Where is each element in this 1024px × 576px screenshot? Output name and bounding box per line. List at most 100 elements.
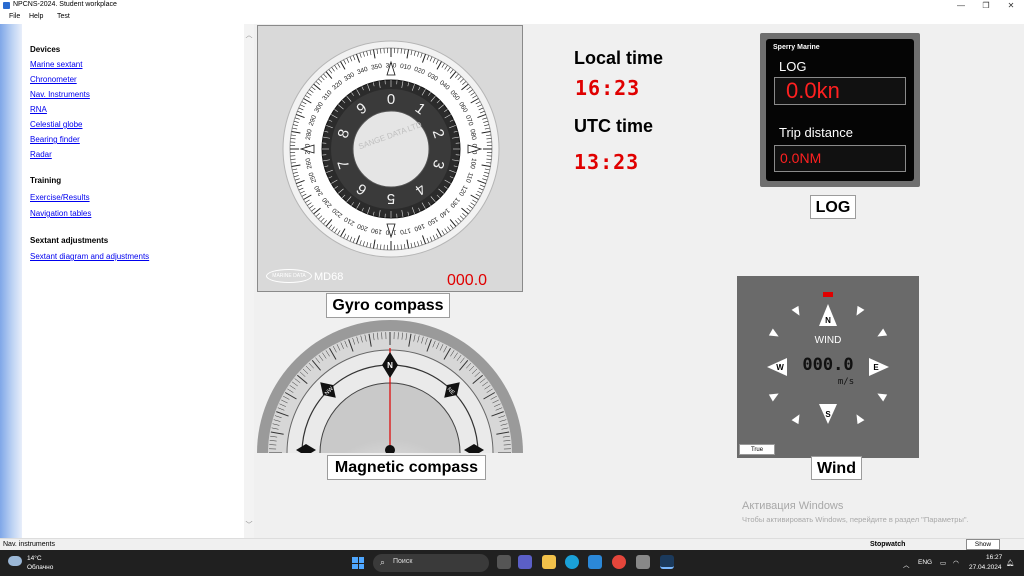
log-speed-value: 0.0kn (774, 77, 906, 105)
start-button[interactable] (352, 557, 364, 569)
status-text: Nav. instruments (3, 541, 55, 548)
link-navigation-tables[interactable]: Navigation tables (30, 209, 91, 218)
svg-text:WIND: WIND (815, 335, 842, 346)
svg-text:m/s: m/s (838, 377, 854, 387)
link-nav-instruments[interactable]: Nav. Instruments (30, 90, 90, 99)
maximize-button[interactable]: ❐ (975, 0, 997, 12)
magnetic-compass-panel: N NW NE (257, 320, 523, 453)
log-display: Sperry Marine LOG 0.0kn Trip distance 0.… (766, 39, 914, 181)
svg-text:W: W (776, 363, 784, 372)
wind-direction-indicator (823, 292, 833, 297)
search-icon: ⌕ (380, 557, 386, 567)
menu-help[interactable]: Help (29, 13, 43, 20)
wind-tick-icon (791, 305, 800, 316)
local-time-value: 16:23 (575, 76, 641, 100)
sidebar-gradient (0, 24, 22, 538)
gyro-compass-panel: 3600100200300400500600700800901001101201… (257, 25, 523, 292)
marine-data-logo: MARINE DATA (266, 269, 312, 283)
link-chronometer[interactable]: Chronometer (30, 75, 77, 84)
true-wind-button[interactable]: True (739, 444, 775, 455)
status-bar: Nav. instruments Stopwatch Show (0, 538, 1024, 550)
clock-time[interactable]: 16:27 (986, 554, 1002, 561)
utc-time-value: 13:23 (574, 150, 640, 174)
wind-tick-icon (768, 393, 779, 402)
app-icon (3, 2, 10, 9)
log-caption: LOG (810, 195, 856, 219)
log-speed-label: LOG (779, 59, 807, 74)
wind-dial: N S W E WIND 000.0 m/s (767, 292, 889, 425)
network-icon[interactable]: ◠ (953, 559, 959, 567)
svg-text:000.0: 000.0 (802, 355, 853, 375)
log-panel: Sperry Marine LOG 0.0kn Trip distance 0.… (760, 33, 920, 187)
show-stopwatch-button[interactable]: Show (966, 539, 1000, 550)
stopwatch-label: Stopwatch (870, 541, 906, 548)
title-bar: NPCNS-2024. Student workplace — ❐ ✕ (0, 0, 1024, 12)
local-time-label: Local time (574, 48, 664, 68)
gyro-inner-digit: 5 (387, 190, 395, 207)
teams-icon[interactable] (518, 555, 532, 569)
wind-caption: Wind (811, 456, 862, 480)
wind-panel: N S W E WIND 000.0 m/s True (737, 276, 919, 458)
sidebar: Devices Marine sextant Chronometer Nav. … (22, 24, 244, 538)
devices-heading: Devices (30, 45, 61, 54)
link-radar[interactable]: Radar (30, 150, 52, 159)
npcns-app-icon[interactable] (660, 555, 674, 569)
tray-chevron-icon[interactable]: ︿ (903, 559, 910, 569)
link-bearing-finder[interactable]: Bearing finder (30, 135, 80, 144)
wind-tick-icon (856, 414, 865, 425)
close-button[interactable]: ✕ (1000, 0, 1022, 12)
gyro-inner-digit: 0 (387, 91, 395, 108)
svg-text:N: N (387, 361, 393, 370)
clock-date[interactable]: 27.04.2024 (969, 564, 1002, 571)
task-view-icon[interactable] (497, 555, 511, 569)
settings-icon[interactable] (636, 555, 650, 569)
weather-temperature[interactable]: 14°C (27, 555, 42, 562)
file-explorer-icon[interactable] (542, 555, 556, 569)
minimize-button[interactable]: — (950, 0, 972, 12)
search-placeholder: Поиск (393, 558, 413, 565)
magnetic-compass-dial: N NW NE (257, 320, 523, 453)
menu-bar: File Help Test (0, 12, 1024, 24)
wind-tick-icon (791, 414, 800, 425)
wind-tick-icon (877, 393, 888, 402)
link-marine-sextant[interactable]: Marine sextant (30, 60, 82, 69)
gyro-model: MD68 (314, 271, 344, 283)
chrome-icon[interactable] (612, 555, 626, 569)
sidebar-scrollbar[interactable]: ︿ ﹀ (244, 24, 254, 538)
wind-tick-icon (877, 328, 888, 337)
link-celestial-globe[interactable]: Celestial globe (30, 120, 82, 129)
trip-distance-value: 0.0NM (774, 145, 906, 172)
link-sextant-diagram[interactable]: Sextant diagram and adjustments (30, 252, 149, 261)
scroll-down-icon[interactable]: ﹀ (245, 520, 253, 530)
gyro-heading-readout: 000.0 (447, 272, 488, 289)
magnetic-compass-caption: Magnetic compass (327, 455, 486, 480)
weather-description[interactable]: Облачно (27, 564, 53, 571)
window-title: NPCNS-2024. Student workplace (13, 1, 117, 8)
notification-bell-icon[interactable]: 🔔︎ (1006, 559, 1014, 567)
cloud-icon[interactable] (8, 556, 22, 566)
link-exercise-results[interactable]: Exercise/Results (30, 193, 90, 202)
wind-tick-icon (856, 305, 865, 316)
wind-east-icon (869, 358, 889, 376)
gyro-compass-caption: Gyro compass (326, 293, 450, 318)
svg-text:E: E (873, 363, 879, 372)
activation-title: Активация Windows (742, 500, 844, 512)
menu-test[interactable]: Test (57, 13, 70, 20)
link-rna[interactable]: RNA (30, 105, 47, 114)
display-icon[interactable]: ▭ (940, 559, 946, 567)
wind-tick-icon (768, 328, 779, 337)
svg-text:N: N (825, 316, 831, 325)
store-icon[interactable] (588, 555, 602, 569)
trip-distance-label: Trip distance (779, 125, 853, 140)
gyro-compass-dial: 3600100200300400500600700800901001101201… (282, 40, 500, 258)
scroll-up-icon[interactable]: ︿ (245, 30, 253, 40)
sextant-heading: Sextant adjustments (30, 236, 109, 245)
svg-text:S: S (825, 410, 831, 419)
utc-time-label: UTC time (574, 116, 654, 136)
activation-hint: Чтобы активировать Windows, перейдите в … (742, 515, 969, 524)
language-indicator[interactable]: ENG (918, 559, 932, 566)
menu-file[interactable]: File (9, 13, 20, 20)
taskbar: 14°C Облачно ⌕ Поиск ︿ ENG ▭ ◠ 16:27 27.… (0, 550, 1024, 576)
edge-icon[interactable] (565, 555, 579, 569)
taskbar-search[interactable]: ⌕ Поиск (373, 554, 489, 572)
